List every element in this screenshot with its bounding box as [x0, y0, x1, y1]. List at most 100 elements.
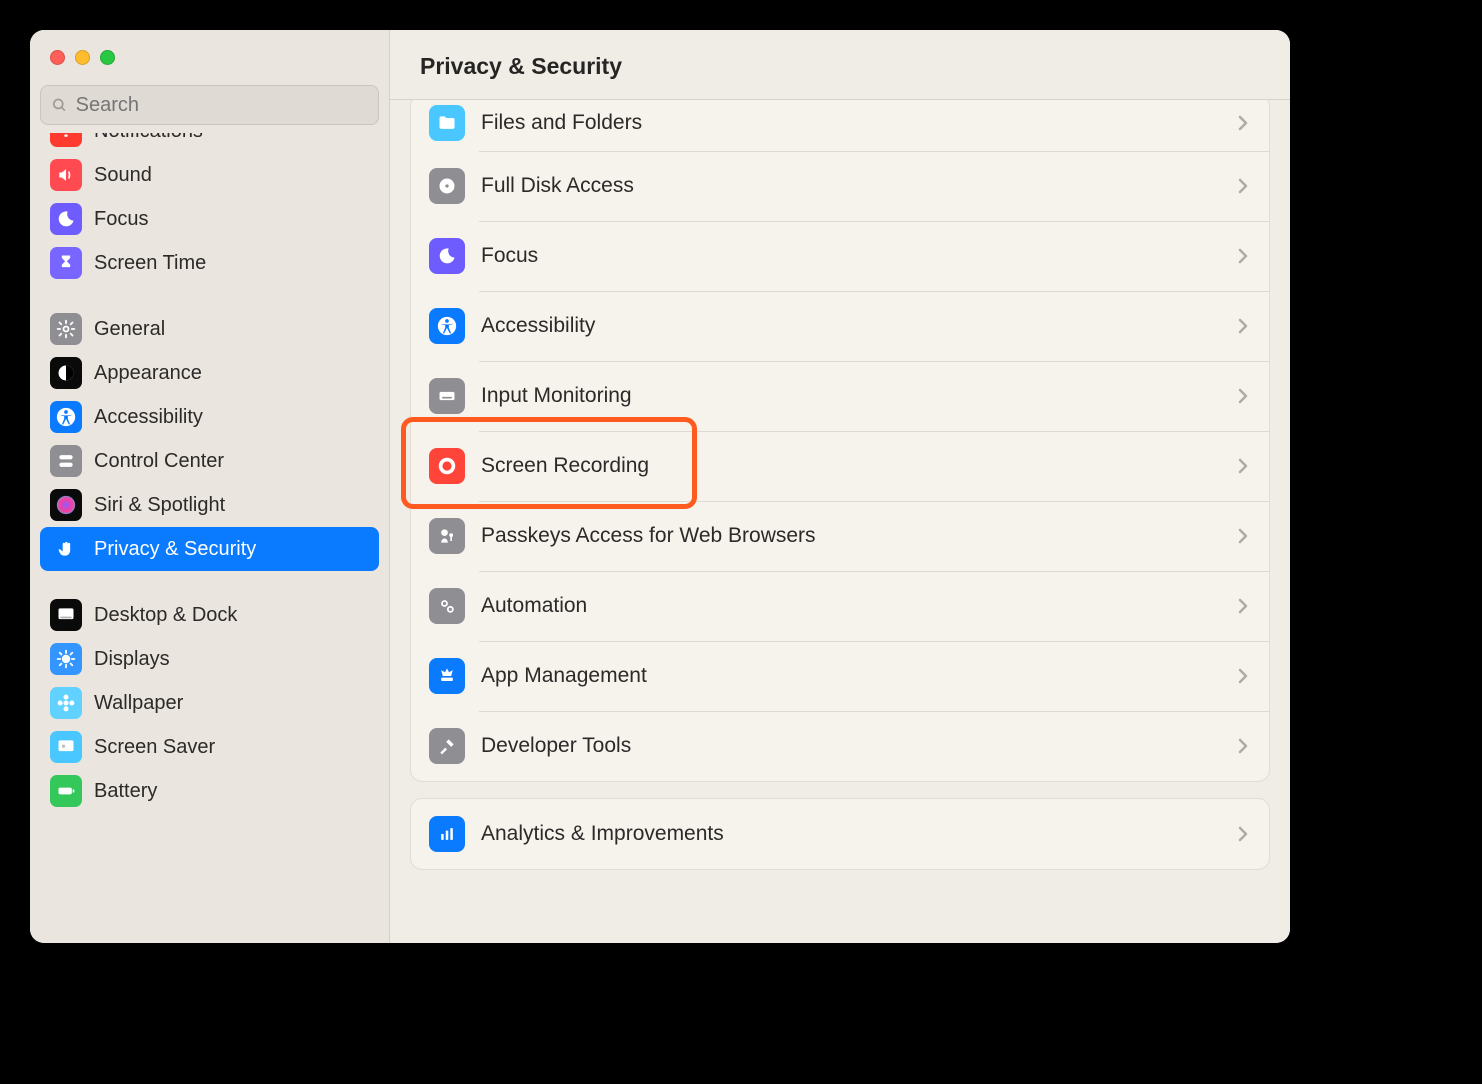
- settings-group-1: Files and Folders Full Disk Access Focus Ac…: [410, 100, 1270, 782]
- sidebar-item-appearance[interactable]: Appearance: [40, 351, 379, 395]
- privacy-row-app-management[interactable]: App Management: [411, 641, 1269, 711]
- row-label: Passkeys Access for Web Browsers: [481, 524, 816, 548]
- sidebar-item-displays[interactable]: Displays: [40, 637, 379, 681]
- sidebar-scroll[interactable]: Notifications Sound Focus Screen Time Genera…: [30, 133, 389, 943]
- sidebar-item-accessibility[interactable]: Accessibility: [40, 395, 379, 439]
- chevron-right-icon: [1237, 667, 1249, 685]
- sidebar-item-label: Wallpaper: [94, 692, 183, 715]
- privacy-row-screen-recording[interactable]: Screen Recording: [411, 431, 1269, 501]
- battery-icon: [50, 775, 82, 807]
- sun-icon: [50, 643, 82, 675]
- chevron-right-icon: [1237, 737, 1249, 755]
- row-label: Full Disk Access: [481, 174, 634, 198]
- sidebar: Notifications Sound Focus Screen Time Genera…: [30, 30, 390, 943]
- sidebar-item-screen-saver[interactable]: Screen Saver: [40, 725, 379, 769]
- privacy-row-input-monitoring[interactable]: Input Monitoring: [411, 361, 1269, 431]
- keyboard-icon: [429, 378, 465, 414]
- record-icon: [429, 448, 465, 484]
- content-scroll[interactable]: Files and Folders Full Disk Access Focus Ac…: [390, 100, 1290, 943]
- sidebar-item-control-center[interactable]: Control Center: [40, 439, 379, 483]
- row-label: Screen Recording: [481, 454, 649, 478]
- privacy-row-passkeys[interactable]: Passkeys Access for Web Browsers: [411, 501, 1269, 571]
- sidebar-item-sound[interactable]: Sound: [40, 153, 379, 197]
- speaker-icon: [50, 159, 82, 191]
- sidebar-item-label: Control Center: [94, 450, 224, 473]
- dock-icon: [50, 599, 82, 631]
- accessibility-icon: [50, 401, 82, 433]
- passkey-icon: [429, 518, 465, 554]
- sidebar-item-battery[interactable]: Battery: [40, 769, 379, 813]
- window-controls: [30, 30, 389, 71]
- sidebar-item-label: Accessibility: [94, 406, 203, 429]
- appstore-icon: [429, 658, 465, 694]
- zoom-window-button[interactable]: [100, 50, 115, 65]
- settings-group-2: Analytics & Improvements: [410, 798, 1270, 870]
- chart-icon: [429, 816, 465, 852]
- minimize-window-button[interactable]: [75, 50, 90, 65]
- sidebar-item-wallpaper[interactable]: Wallpaper: [40, 681, 379, 725]
- privacy-row-accessibility[interactable]: Accessibility: [411, 291, 1269, 361]
- privacy-row-files-folders[interactable]: Files and Folders: [411, 100, 1269, 151]
- sidebar-item-label: Desktop & Dock: [94, 604, 237, 627]
- search-input[interactable]: [76, 94, 368, 117]
- flower-icon: [50, 687, 82, 719]
- switches-icon: [50, 445, 82, 477]
- row-label: Developer Tools: [481, 734, 631, 758]
- sidebar-item-label: Appearance: [94, 362, 202, 385]
- sidebar-item-label: General: [94, 318, 165, 341]
- siri-icon: [50, 489, 82, 521]
- page-title: Privacy & Security: [420, 53, 622, 80]
- close-window-button[interactable]: [50, 50, 65, 65]
- chevron-right-icon: [1237, 457, 1249, 475]
- sidebar-item-label: Displays: [94, 648, 170, 671]
- moon-icon: [429, 238, 465, 274]
- hourglass-icon: [50, 247, 82, 279]
- sidebar-item-general[interactable]: General: [40, 307, 379, 351]
- privacy-row-full-disk[interactable]: Full Disk Access: [411, 151, 1269, 221]
- hammer-icon: [429, 728, 465, 764]
- sidebar-item-siri[interactable]: Siri & Spotlight: [40, 483, 379, 527]
- folder-icon: [429, 105, 465, 141]
- sidebar-item-screen-time[interactable]: Screen Time: [40, 241, 379, 285]
- sidebar-item-label: Screen Time: [94, 252, 206, 275]
- row-label: Files and Folders: [481, 111, 642, 135]
- chevron-right-icon: [1237, 825, 1249, 843]
- sidebar-item-label: Siri & Spotlight: [94, 494, 225, 517]
- content-header: Privacy & Security: [390, 30, 1290, 100]
- chevron-right-icon: [1237, 177, 1249, 195]
- disk-icon: [429, 168, 465, 204]
- chevron-right-icon: [1237, 317, 1249, 335]
- gears-icon: [429, 588, 465, 624]
- chevron-right-icon: [1237, 247, 1249, 265]
- accessibility-icon: [429, 308, 465, 344]
- row-label: Accessibility: [481, 314, 595, 338]
- privacy-row-focus[interactable]: Focus: [411, 221, 1269, 291]
- content-pane: Privacy & Security Files and Folders Full…: [390, 30, 1290, 943]
- privacy-row-analytics[interactable]: Analytics & Improvements: [411, 799, 1269, 869]
- hand-icon: [50, 533, 82, 565]
- row-label: App Management: [481, 664, 647, 688]
- sidebar-item-label: Screen Saver: [94, 736, 215, 759]
- screensaver-icon: [50, 731, 82, 763]
- row-label: Analytics & Improvements: [481, 822, 724, 846]
- privacy-row-developer-tools[interactable]: Developer Tools: [411, 711, 1269, 781]
- moon-icon: [50, 203, 82, 235]
- sidebar-item-label: Focus: [94, 208, 148, 231]
- sidebar-item-label: Sound: [94, 164, 152, 187]
- row-label: Input Monitoring: [481, 384, 632, 408]
- chevron-right-icon: [1237, 597, 1249, 615]
- sidebar-item-label: Battery: [94, 780, 157, 803]
- privacy-row-automation[interactable]: Automation: [411, 571, 1269, 641]
- privacy-list: Files and Folders Full Disk Access Focus Ac…: [410, 100, 1270, 870]
- search-icon: [51, 96, 68, 114]
- sidebar-item-focus[interactable]: Focus: [40, 197, 379, 241]
- search-field[interactable]: [40, 85, 379, 125]
- sidebar-item-notifications[interactable]: Notifications: [40, 133, 379, 153]
- sidebar-item-label: Privacy & Security: [94, 538, 256, 561]
- bell-icon: [50, 133, 82, 147]
- row-label: Focus: [481, 244, 538, 268]
- sidebar-item-privacy[interactable]: Privacy & Security: [40, 527, 379, 571]
- sidebar-item-desktop-dock[interactable]: Desktop & Dock: [40, 593, 379, 637]
- chevron-right-icon: [1237, 114, 1249, 132]
- chevron-right-icon: [1237, 387, 1249, 405]
